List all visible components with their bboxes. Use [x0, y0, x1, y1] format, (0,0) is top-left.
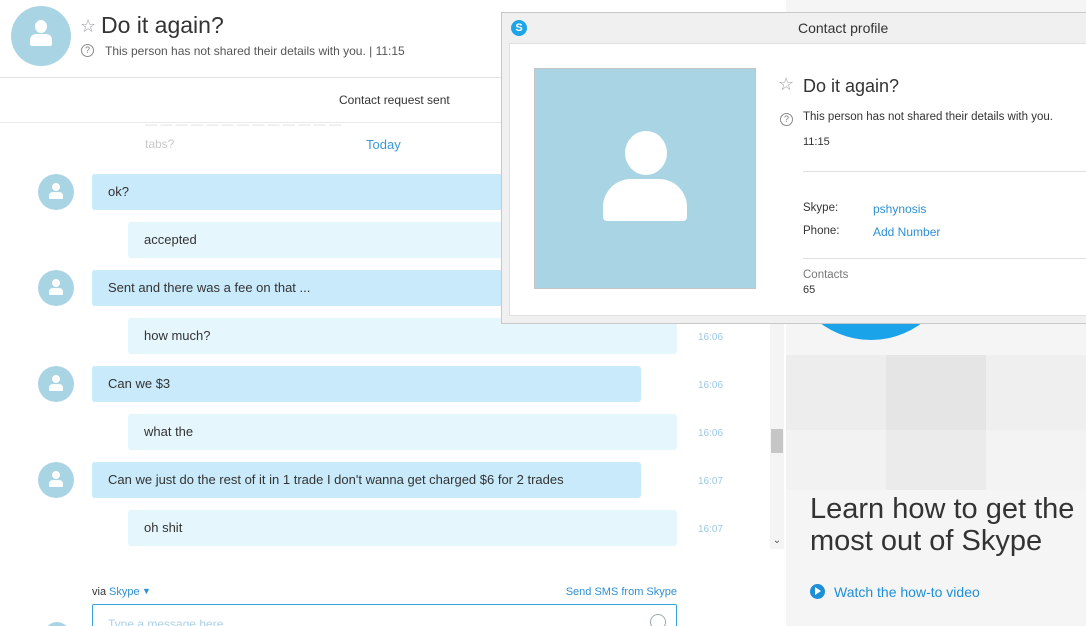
message-bubble-received[interactable]: Can we $3: [92, 366, 641, 402]
favorite-star-icon[interactable]: ☆: [778, 74, 794, 95]
profile-name: Do it again?: [803, 76, 900, 96]
skype-label: Skype:: [803, 202, 839, 214]
add-number-link[interactable]: Add Number: [873, 225, 940, 239]
divider: [803, 171, 1086, 172]
contact-status: This person has not shared their details…: [105, 44, 405, 58]
skype-name-value[interactable]: pshynosis: [873, 202, 926, 216]
background-tile: [886, 355, 986, 430]
play-icon[interactable]: [810, 584, 825, 599]
contact-request-text: Contact request sent: [339, 93, 450, 107]
message-time: 16:07: [698, 476, 724, 487]
background-tile: [986, 355, 1086, 430]
sender-avatar[interactable]: [38, 270, 74, 306]
faded-message-text: — — — — — — — — — — — — —: [145, 123, 342, 131]
scrollbar-thumb[interactable]: [771, 429, 783, 453]
contact-avatar[interactable]: [11, 6, 71, 66]
sender-avatar[interactable]: [38, 462, 74, 498]
send-via-selector[interactable]: Skype: [109, 586, 140, 598]
message-bubble-sent[interactable]: what the: [128, 414, 677, 450]
message-time: 16:06: [698, 332, 724, 343]
profile-status: This person has not shared their details…: [803, 111, 1053, 123]
my-avatar: [44, 622, 70, 626]
message-time: 16:07: [698, 524, 724, 535]
profile-local-time: 11:15: [803, 136, 830, 148]
message-input[interactable]: [92, 604, 677, 626]
message-bubble-received[interactable]: Sent and there was a fee on that ...: [92, 270, 512, 306]
compose-options: via Skype ▼ Send SMS from Skype: [92, 586, 677, 602]
background-tile: [786, 430, 886, 490]
profile-photo[interactable]: [534, 68, 756, 289]
watch-video-link[interactable]: Watch the how-to video: [810, 584, 980, 600]
message-time: 16:06: [698, 428, 724, 439]
help-icon: ?: [81, 44, 94, 57]
message-time: 16:06: [698, 380, 724, 391]
date-divider: Today: [366, 137, 401, 152]
help-icon: ?: [780, 113, 793, 126]
contacts-count: 65: [803, 284, 816, 296]
message-bubble-sent[interactable]: oh shit: [128, 510, 677, 546]
profile-body: ☆ Do it again? ? This person has not sha…: [509, 43, 1086, 316]
phone-label: Phone:: [803, 225, 840, 237]
background-tile: [786, 355, 886, 430]
divider: [803, 258, 1086, 259]
watch-video-label[interactable]: Watch the how-to video: [834, 584, 980, 600]
promo-headline: Learn how to get the most out of Skype: [810, 493, 1075, 557]
message-bubble-received[interactable]: ok?: [92, 174, 512, 210]
favorite-star-icon[interactable]: ☆: [80, 16, 96, 37]
send-sms-link[interactable]: Send SMS from Skype: [566, 586, 677, 598]
contact-name[interactable]: Do it again?: [101, 12, 224, 39]
profile-window-title: Contact profile: [798, 20, 889, 36]
profile-titlebar[interactable]: S Contact profile: [502, 13, 1086, 43]
via-label: via: [92, 586, 107, 598]
contacts-label: Contacts: [803, 269, 849, 281]
sender-avatar[interactable]: [38, 366, 74, 402]
faded-message-text: tabs?: [145, 137, 175, 151]
scroll-down-arrow-icon[interactable]: ⌄: [770, 533, 784, 549]
background-tile: [986, 430, 1086, 490]
emoticon-icon[interactable]: [650, 614, 666, 626]
sender-avatar[interactable]: [38, 174, 74, 210]
skype-logo-icon: S: [511, 20, 527, 36]
contact-profile-window[interactable]: S Contact profile ☆ Do it again? ? This …: [501, 12, 1086, 324]
message-bubble-received[interactable]: Can we just do the rest of it in 1 trade…: [92, 462, 641, 498]
background-tile: [886, 430, 986, 490]
caret-down-icon[interactable]: ▼: [142, 586, 151, 596]
